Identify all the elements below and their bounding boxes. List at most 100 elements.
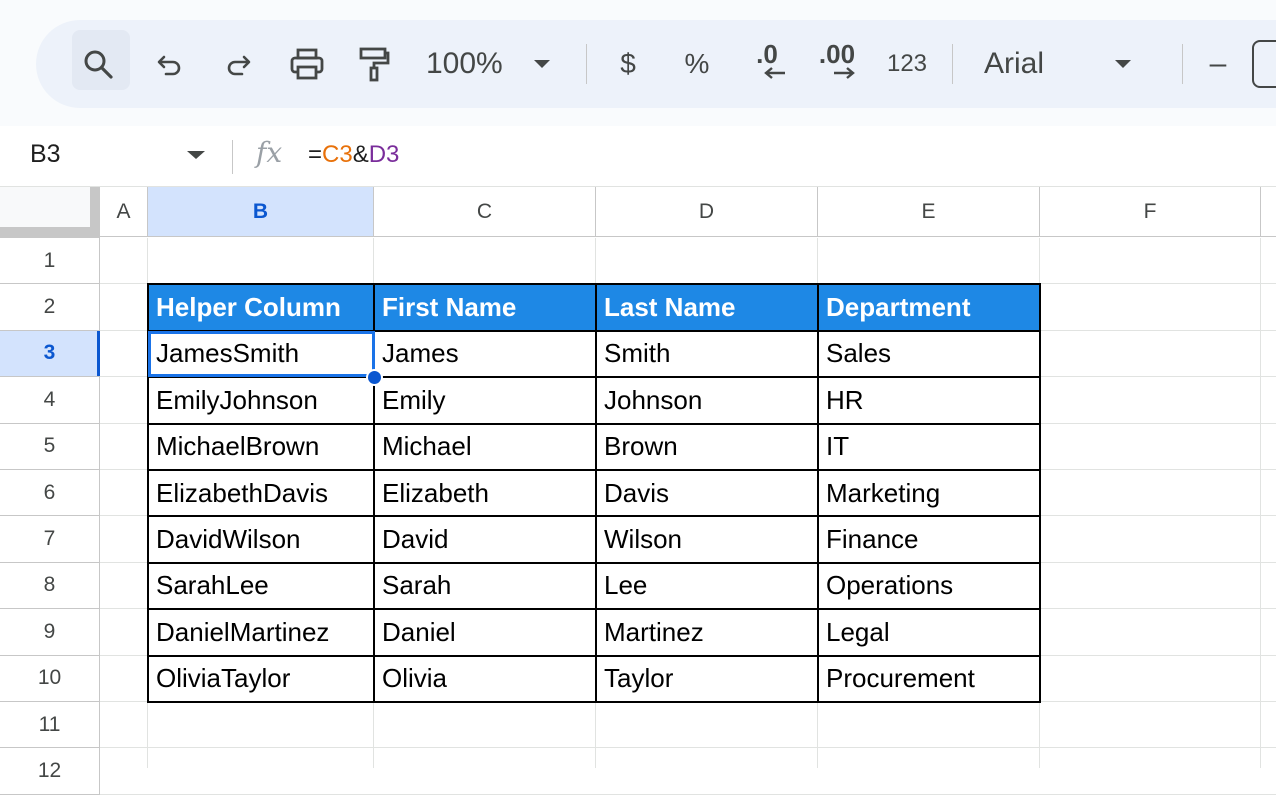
paint-format-icon — [359, 47, 390, 82]
zoom-value: 100% — [426, 47, 503, 80]
table-cell[interactable]: Johnson — [596, 377, 818, 423]
column-header-g[interactable] — [1261, 187, 1276, 237]
column-header-c[interactable]: C — [374, 187, 596, 237]
select-all-corner[interactable] — [0, 187, 100, 238]
zoom-select[interactable]: 100% — [426, 20, 576, 108]
font-select[interactable]: Arial — [984, 20, 1164, 108]
name-box[interactable]: B3 — [30, 140, 61, 169]
table-cell[interactable]: DanielMartinez — [148, 609, 374, 655]
increase-decimal-label: .00 — [818, 39, 856, 69]
table-cell[interactable]: IT — [818, 424, 1040, 470]
table-cell[interactable]: ElizabethDavis — [148, 470, 374, 516]
table-header-cell[interactable]: First Name — [374, 284, 596, 331]
table-cell[interactable]: Legal — [818, 609, 1040, 655]
table-cell[interactable]: Procurement — [818, 656, 1040, 702]
undo-button[interactable] — [150, 20, 190, 108]
table-cell[interactable]: Taylor — [596, 656, 818, 702]
table-cell[interactable]: Sarah — [374, 563, 596, 609]
table-border-line — [147, 422, 1041, 425]
row-header-5[interactable]: 5 — [0, 423, 100, 470]
table-border-line — [147, 701, 1041, 703]
column-header-b[interactable]: B — [148, 187, 374, 237]
row-header-8[interactable]: 8 — [0, 562, 100, 610]
formula-operator: & — [352, 141, 369, 168]
row-header-4[interactable]: 4 — [0, 377, 100, 424]
table-cell[interactable]: Operations — [818, 563, 1040, 609]
paint-format-button[interactable] — [354, 20, 394, 108]
table-header-cell[interactable]: Last Name — [596, 284, 818, 331]
column-header-d[interactable]: D — [596, 187, 818, 237]
table-cell[interactable]: Davis — [596, 470, 818, 516]
column-header-f[interactable]: F — [1040, 187, 1261, 237]
formula-input[interactable]: =C3&D3 — [308, 141, 399, 169]
percent-format-button[interactable]: % — [678, 20, 716, 108]
arrow-right-icon — [834, 67, 855, 79]
chevron-down-icon[interactable] — [186, 150, 206, 160]
table-cell[interactable]: David — [374, 516, 596, 562]
search-menus-button[interactable] — [72, 20, 130, 108]
row-header-2[interactable]: 2 — [0, 284, 100, 331]
more-formats-button[interactable]: 123 — [882, 20, 932, 108]
table-cell[interactable]: Wilson — [596, 516, 818, 562]
table-cell[interactable]: James — [374, 331, 596, 377]
currency-label: $ — [620, 48, 636, 79]
table-cell[interactable]: Martinez — [596, 609, 818, 655]
table-cell[interactable]: Marketing — [818, 470, 1040, 516]
redo-icon — [227, 55, 251, 76]
table-cell[interactable]: Sales — [818, 331, 1040, 377]
table-cell[interactable]: Olivia — [374, 656, 596, 702]
table-cell[interactable]: Michael — [374, 424, 596, 470]
spreadsheet-grid[interactable]: A B C D E F 1 2 3 4 5 6 7 8 9 10 11 12 Helper Column First … — [0, 187, 1276, 795]
table-header-cell[interactable]: Department — [818, 284, 1040, 331]
row-header-1[interactable]: 1 — [0, 238, 100, 285]
table-border-line — [147, 515, 1041, 518]
increase-decimal-button[interactable]: .00 — [812, 20, 862, 108]
table-cell[interactable]: SarahLee — [148, 563, 374, 609]
table-cell[interactable]: MichaelBrown — [148, 424, 374, 470]
gridline-vertical — [1260, 238, 1261, 768]
table-border-line — [147, 608, 1041, 611]
table-cell[interactable]: OliviaTaylor — [148, 656, 374, 702]
row-header-6[interactable]: 6 — [0, 470, 100, 517]
row-header-7[interactable]: 7 — [0, 516, 100, 563]
formula-prefix: = — [308, 141, 323, 168]
decrease-decimal-button[interactable]: .0 — [744, 20, 790, 108]
redo-button[interactable] — [218, 20, 258, 108]
table-cell[interactable]: Elizabeth — [374, 470, 596, 516]
table-cell[interactable]: Lee — [596, 563, 818, 609]
decrease-decimal-label: .0 — [756, 39, 778, 69]
fx-icon: fx — [256, 136, 283, 169]
table-cell[interactable]: Smith — [596, 331, 818, 377]
decrease-font-size-button[interactable]: – — [1202, 20, 1234, 108]
arrow-left-icon — [764, 67, 785, 79]
chevron-down-icon — [533, 60, 550, 68]
table-border-line — [147, 283, 1041, 286]
more-formats-label: 123 — [886, 50, 928, 77]
table-cell[interactable]: Daniel — [374, 609, 596, 655]
table-cell[interactable]: Emily — [374, 377, 596, 423]
active-cell-selection — [148, 330, 375, 378]
chevron-down-icon — [1115, 60, 1132, 68]
toolbar-divider — [1182, 44, 1183, 84]
column-header-e[interactable]: E — [818, 187, 1040, 237]
row-header-12[interactable]: 12 — [0, 748, 100, 795]
gridline-horizontal — [100, 747, 1276, 749]
column-header-a[interactable]: A — [100, 187, 148, 237]
formula-ref-d3: D3 — [368, 141, 400, 168]
table-cell[interactable]: HR — [818, 377, 1040, 423]
table-header-cell[interactable]: Helper Column — [148, 284, 374, 331]
row-header-3[interactable]: 3 — [0, 330, 100, 378]
top-area: 100% $ % .0 .00 123 Arial – — [0, 0, 1276, 126]
table-border-line — [147, 469, 1041, 471]
currency-format-button[interactable]: $ — [610, 20, 646, 108]
toolbar-divider — [952, 44, 953, 84]
table-cell[interactable]: Brown — [596, 424, 818, 470]
table-cell[interactable]: EmilyJohnson — [148, 377, 374, 423]
row-header-9[interactable]: 9 — [0, 609, 100, 656]
font-size-input[interactable] — [1252, 40, 1276, 88]
row-header-10[interactable]: 10 — [0, 655, 100, 702]
print-button[interactable] — [286, 20, 328, 108]
table-cell[interactable]: Finance — [818, 516, 1040, 562]
table-cell[interactable]: DavidWilson — [148, 516, 374, 562]
row-header-11[interactable]: 11 — [0, 702, 100, 749]
